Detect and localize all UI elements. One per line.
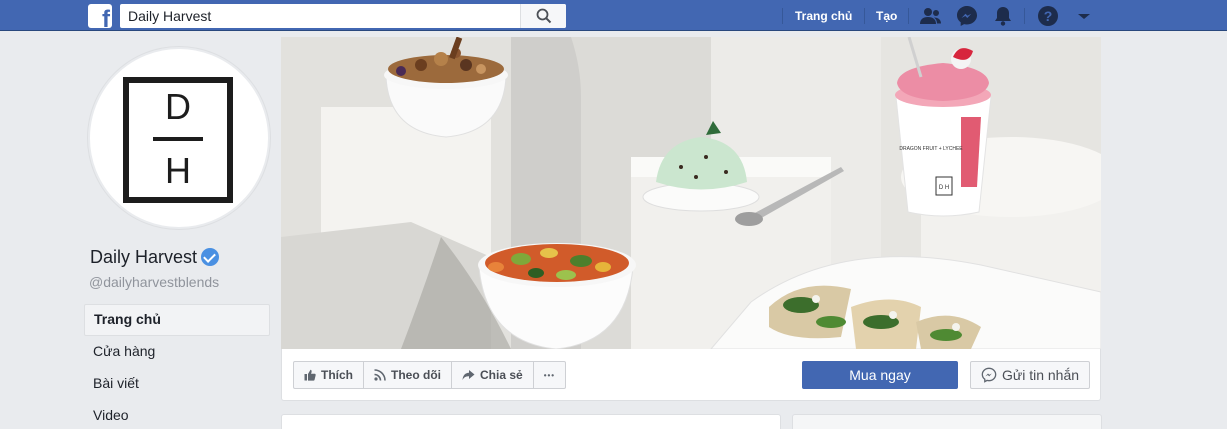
page-action-bar: Thích Theo dõi Chia sẻ ••• Mua ngay Gửi … <box>281 349 1101 401</box>
nav-divider <box>782 8 783 24</box>
cup-logo-label: D H <box>939 185 949 191</box>
more-options-button[interactable]: ••• <box>532 361 567 389</box>
chevron-down-icon[interactable] <box>1072 4 1096 28</box>
send-message-label: Gửi tin nhắn <box>1001 367 1080 383</box>
search-bar <box>120 4 566 28</box>
nav-divider <box>1024 8 1025 24</box>
cover-photo[interactable]: DRAGON FRUIT + LYCHEE D H <box>281 37 1101 349</box>
page-title[interactable]: Daily Harvest <box>90 246 220 268</box>
cover-photo-image: DRAGON FRUIT + LYCHEE D H <box>281 37 1101 349</box>
search-icon <box>536 8 552 24</box>
brand-logo: D H <box>123 77 233 203</box>
nav-create-link[interactable]: Tạo <box>876 8 897 24</box>
messenger-icon[interactable] <box>955 4 979 28</box>
verified-badge-icon <box>201 248 220 266</box>
nav-home-link[interactable]: Trang chủ <box>795 8 852 24</box>
nav-divider <box>908 8 909 24</box>
search-input[interactable] <box>120 4 520 28</box>
messenger-icon <box>981 367 997 383</box>
send-message-button[interactable]: Gửi tin nhắn <box>970 361 1090 389</box>
share-button-label: Chia sẻ <box>480 368 523 382</box>
sidebar-item-videos[interactable]: Video <box>84 400 270 429</box>
search-button[interactable] <box>520 4 566 28</box>
facebook-logo-glyph: f <box>102 6 110 29</box>
like-button[interactable]: Thích <box>293 361 364 389</box>
logo-letter-d: D <box>165 86 191 127</box>
thumbs-up-icon <box>304 369 316 381</box>
sidebar-item-shop[interactable]: Cửa hàng <box>84 336 270 368</box>
rss-follow-icon <box>374 369 386 381</box>
content-card <box>281 414 781 429</box>
sidebar-item-home[interactable]: Trang chủ <box>84 304 270 336</box>
page-action-buttons: Thích Theo dõi Chia sẻ ••• <box>293 361 567 389</box>
more-options-icon: ••• <box>543 370 556 380</box>
top-navigation-bar: f Trang chủ Tạo ? <box>0 0 1227 31</box>
follow-button-label: Theo dõi <box>391 368 441 382</box>
svg-text:?: ? <box>1044 8 1053 24</box>
nav-divider <box>864 8 865 24</box>
side-card <box>792 414 1102 429</box>
facebook-logo[interactable]: f <box>88 4 112 28</box>
page-handle[interactable]: @dailyharvestblends <box>89 273 219 291</box>
sidebar-item-posts[interactable]: Bài viết <box>84 368 270 400</box>
like-button-label: Thích <box>321 368 353 382</box>
profile-picture[interactable]: D H <box>88 47 270 229</box>
share-arrow-icon <box>462 370 475 380</box>
share-button[interactable]: Chia sẻ <box>451 361 534 389</box>
logo-divider <box>153 137 203 141</box>
notifications-icon[interactable] <box>991 4 1015 28</box>
page-name-text: Daily Harvest <box>90 247 198 267</box>
page-sidebar-menu: Trang chủ Cửa hàng Bài viết Video <box>84 304 270 429</box>
logo-letter-h: H <box>165 150 191 191</box>
friends-icon[interactable] <box>919 4 943 28</box>
follow-button[interactable]: Theo dõi <box>363 361 452 389</box>
cup-flavor-label: DRAGON FRUIT + LYCHEE <box>899 146 963 152</box>
help-icon[interactable]: ? <box>1036 4 1060 28</box>
buy-now-button[interactable]: Mua ngay <box>802 361 958 389</box>
